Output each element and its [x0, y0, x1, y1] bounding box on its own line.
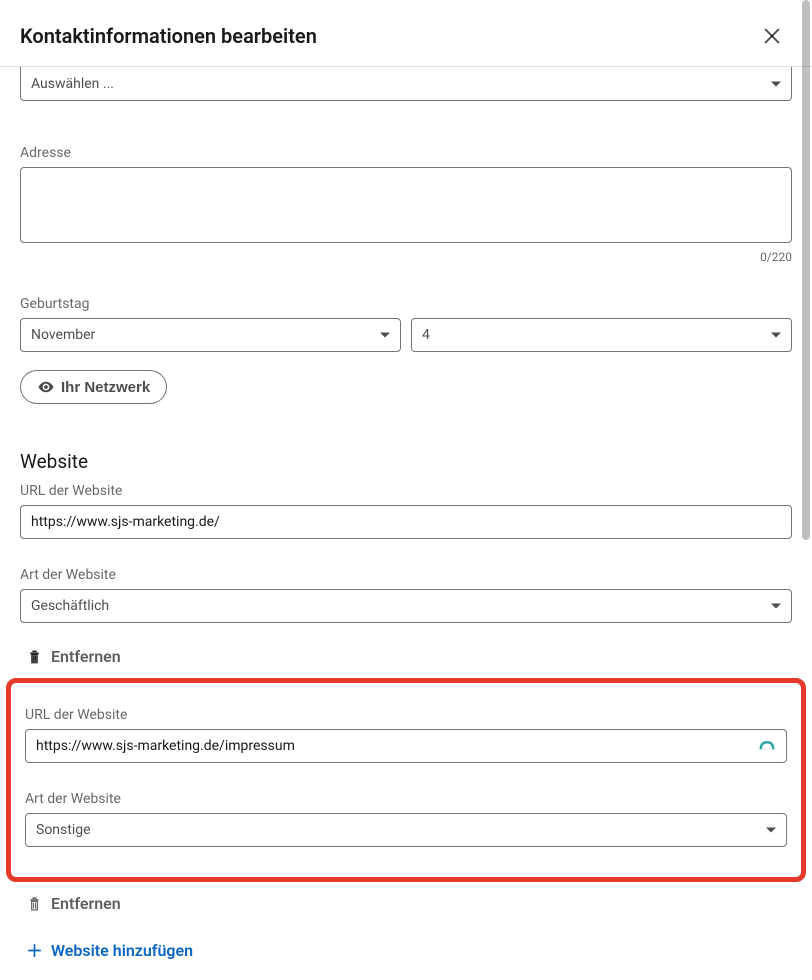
website-url-input-wrap [20, 505, 792, 539]
address-char-counter: 0/220 [20, 250, 792, 264]
scrollbar-thumb[interactable] [802, 0, 810, 540]
chevron-down-icon [771, 333, 781, 338]
birthday-label: Geburtstag [20, 296, 792, 312]
birthday-day-value: 4 [422, 327, 430, 343]
website-url-input-wrap [25, 729, 787, 763]
website-type-select[interactable]: Geschäftlich [20, 589, 792, 623]
chevron-down-icon [771, 604, 781, 609]
network-visibility-button[interactable]: Ihr Netzwerk [20, 370, 167, 404]
website-section-title: Website [20, 450, 792, 473]
highlighted-website-entry: URL der Website Art der Website Sonstige [6, 678, 806, 882]
remove-website-label: Entfernen [51, 894, 121, 913]
website-type-select[interactable]: Sonstige [25, 813, 787, 847]
dialog-title: Kontaktinformationen bearbeiten [20, 24, 317, 48]
trash-icon [26, 648, 43, 665]
remove-website-button[interactable]: Entfernen [26, 647, 792, 666]
dialog-header: Kontaktinformationen bearbeiten [0, 0, 812, 66]
chevron-down-icon [771, 81, 781, 86]
birthday-row: November 4 [20, 318, 792, 352]
birthday-day-select[interactable]: 4 [411, 318, 792, 352]
website-type-value: Geschäftlich [31, 598, 109, 614]
remove-website-button[interactable]: Entfernen [26, 894, 792, 913]
close-button[interactable] [752, 16, 792, 56]
website-url-input[interactable] [25, 729, 787, 763]
chevron-down-icon [766, 828, 776, 833]
website-type-label: Art der Website [25, 791, 787, 807]
trash-icon [26, 895, 43, 912]
birthday-month-select[interactable]: November [20, 318, 401, 352]
top-select-placeholder: Auswählen ... [31, 76, 114, 92]
network-visibility-label: Ihr Netzwerk [61, 379, 150, 396]
scrollbar[interactable] [802, 0, 810, 939]
website-url-input[interactable] [20, 505, 792, 539]
add-website-label: Website hinzufügen [51, 941, 193, 960]
address-textarea[interactable] [20, 167, 792, 243]
birthday-month-value: November [31, 327, 95, 343]
remove-website-label: Entfernen [51, 647, 121, 666]
close-icon [761, 25, 783, 47]
dialog-content: Auswählen ... Adresse 0/220 Geburtstag N… [0, 67, 812, 980]
edit-contact-info-dialog: Kontaktinformationen bearbeiten Auswähle… [0, 0, 812, 939]
website-type-value: Sonstige [36, 822, 91, 838]
address-label: Adresse [20, 145, 792, 161]
top-select[interactable]: Auswählen ... [20, 67, 792, 101]
website-url-label: URL der Website [20, 483, 792, 499]
plus-icon [26, 942, 43, 959]
add-website-button[interactable]: Website hinzufügen [26, 941, 792, 960]
website-type-label: Art der Website [20, 567, 792, 583]
website-url-label: URL der Website [25, 707, 787, 723]
extension-icon [757, 736, 777, 756]
eye-icon [37, 378, 55, 396]
chevron-down-icon [380, 333, 390, 338]
